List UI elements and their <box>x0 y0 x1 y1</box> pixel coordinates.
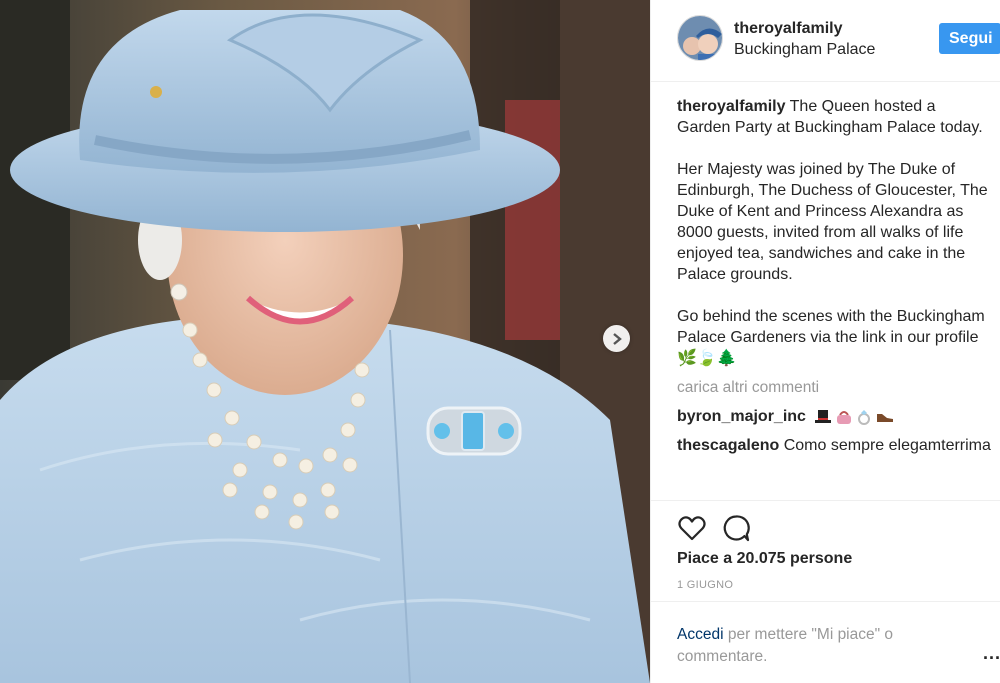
caption: theroyalfamily The Queen hosted a Garden… <box>677 96 992 369</box>
follow-button[interactable]: Segui <box>939 23 1000 54</box>
more-options-button[interactable]: ... <box>983 643 1000 664</box>
actions-section: Piace a 20.075 persone 1 GIUGNO Accedi p… <box>651 500 1000 683</box>
login-prompt: Accedi per mettere "Mi piace" o commenta… <box>651 601 1000 668</box>
header-location[interactable]: Buckingham Palace <box>734 41 875 59</box>
post-photo[interactable] <box>0 0 650 683</box>
next-photo-button[interactable] <box>603 325 630 352</box>
heart-icon[interactable] <box>677 513 707 543</box>
top-hat-icon <box>815 409 832 423</box>
comments-section: theroyalfamily The Queen hosted a Garden… <box>677 96 992 456</box>
chevron-right-icon <box>612 332 622 345</box>
caption-text-2: Her Majesty was joined by The Duke of Ed… <box>677 161 988 283</box>
load-more-comments[interactable]: carica altri commenti <box>677 377 992 398</box>
post-date: 1 GIUGNO <box>677 579 734 591</box>
shoe-icon <box>877 413 894 422</box>
comment-emojis <box>814 409 895 425</box>
comment-icon[interactable] <box>721 513 751 543</box>
login-link[interactable]: Accedi <box>677 626 724 643</box>
avatar-image <box>678 16 722 60</box>
instagram-post: theroyalfamily Buckingham Palace Segui t… <box>0 0 1000 683</box>
caption-username[interactable]: theroyalfamily <box>677 98 785 115</box>
caption-text-3: Go behind the scenes with the Buckingham… <box>677 308 985 367</box>
ring-icon <box>858 409 871 425</box>
handbag-icon <box>837 410 852 424</box>
comment-item: byron_major_inc <box>677 406 992 427</box>
comment-text: Como sempre elegamterrima <box>783 437 991 454</box>
comment-username[interactable]: thescagaleno <box>677 437 779 454</box>
comment-username[interactable]: byron_major_inc <box>677 408 806 425</box>
comment-item: thescagaleno Como sempre elegamterrima <box>677 435 992 456</box>
likes-count[interactable]: Piace a 20.075 persone <box>677 550 852 568</box>
queen-photo-illustration <box>0 0 650 683</box>
header-username[interactable]: theroyalfamily <box>734 20 842 38</box>
post-sidebar: theroyalfamily Buckingham Palace Segui t… <box>650 0 1000 683</box>
post-header: theroyalfamily Buckingham Palace Segui <box>651 0 1000 82</box>
avatar[interactable] <box>677 15 723 61</box>
